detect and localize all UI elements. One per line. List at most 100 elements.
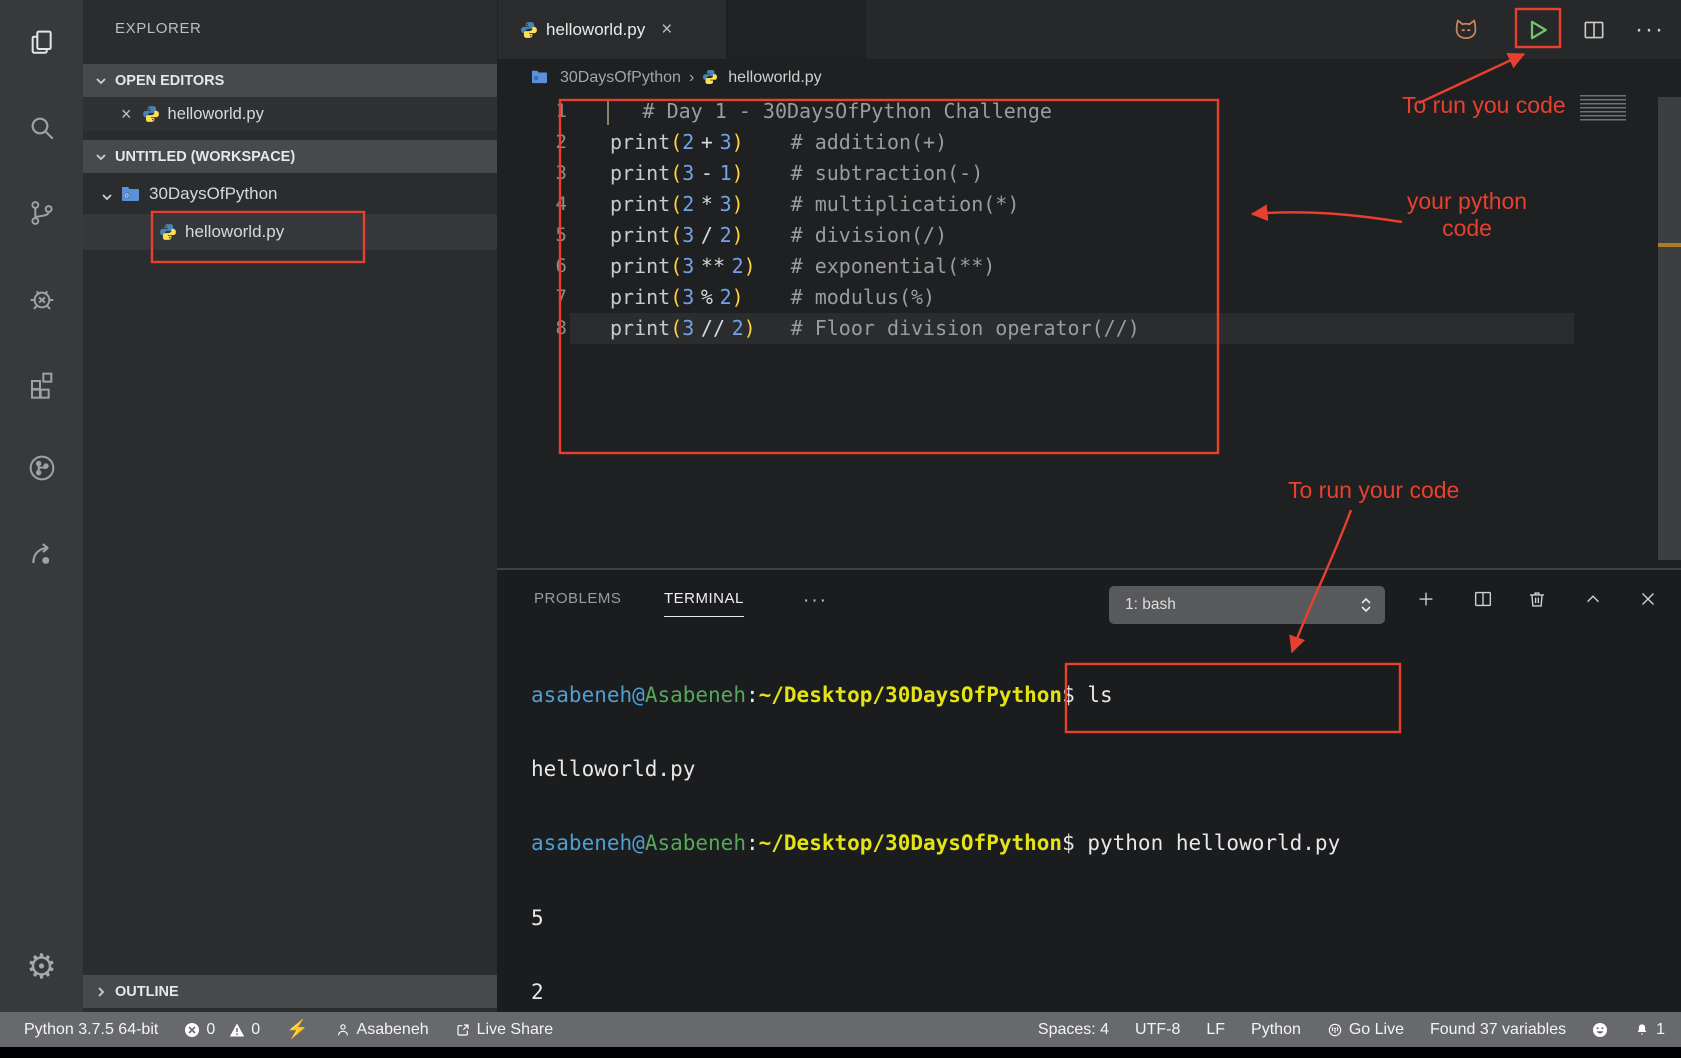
close-panel-icon[interactable] — [1631, 582, 1665, 616]
folder-icon — [531, 69, 550, 86]
language-status[interactable]: Python — [1251, 1021, 1301, 1039]
lightning-icon[interactable]: ⚡ — [286, 1019, 308, 1040]
panel-more-icon[interactable]: ··· — [803, 590, 828, 612]
minimap[interactable] — [1580, 95, 1626, 122]
vscode-window: ⚙ EXPLORER OPEN EDITORS × helloworld.py … — [0, 0, 1681, 1058]
warning-count: 0 — [251, 1021, 260, 1039]
tab-problems[interactable]: PROBLEMS — [534, 590, 621, 607]
python-file-icon — [520, 21, 538, 39]
live-share-label: Live Share — [477, 1021, 554, 1039]
indentation-status[interactable]: Spaces: 4 — [1038, 1021, 1109, 1039]
status-bar: Python 3.7.5 64-bit 0 0 ⚡ Asabeneh Live … — [0, 1012, 1681, 1047]
terminal-output-line: 5 — [531, 906, 1340, 931]
scrollbar[interactable] — [1658, 97, 1681, 560]
terminal-output-line: 2 — [531, 980, 1340, 1005]
breadcrumb[interactable]: 30DaysOfPython › helloworld.py — [497, 59, 1681, 96]
notifications-bell[interactable]: 1 — [1634, 1021, 1665, 1039]
eol-status[interactable]: LF — [1206, 1021, 1225, 1039]
open-editor-file-label: helloworld.py — [168, 105, 264, 124]
user-name: Asabeneh — [357, 1021, 429, 1039]
search-icon[interactable] — [0, 85, 83, 170]
chevron-down-icon — [101, 188, 113, 200]
scrollbar-marker — [1658, 243, 1681, 247]
user-status[interactable]: Asabeneh — [335, 1021, 429, 1039]
live-share-status[interactable]: Live Share — [455, 1021, 554, 1039]
more-actions-icon[interactable]: ··· — [1631, 11, 1669, 49]
shell-select[interactable]: 1: bash — [1109, 586, 1385, 624]
terminal-line: asabeneh@Asabeneh:~/Desktop/30DaysOfPyth… — [531, 683, 1340, 708]
sidebar-title: EXPLORER — [115, 20, 202, 37]
go-live-label: Go Live — [1349, 1021, 1404, 1039]
feedback-smiley-icon[interactable] — [1592, 1022, 1608, 1038]
share-box-icon — [455, 1022, 471, 1038]
kill-terminal-icon[interactable] — [1520, 582, 1554, 616]
terminal-output-line: 6 — [531, 1055, 1340, 1058]
tab-close-icon[interactable]: × — [661, 19, 672, 41]
debug-icon[interactable] — [0, 255, 83, 340]
extensions-icon[interactable] — [0, 340, 83, 425]
new-terminal-icon[interactable] — [1409, 582, 1443, 616]
python-interpreter[interactable]: Python 3.7.5 64-bit — [24, 1021, 158, 1039]
annotation-text-terminal: To run your code — [1288, 477, 1459, 504]
tab-label: helloworld.py — [546, 20, 645, 40]
circle-branch-icon[interactable] — [0, 425, 83, 510]
workspace-header[interactable]: UNTITLED (WORKSPACE) — [83, 140, 497, 173]
folder-item[interactable]: 30DaysOfPython — [83, 177, 497, 210]
terminal-line: asabeneh@Asabeneh:~/Desktop/30DaysOfPyth… — [531, 831, 1340, 856]
folder-label: 30DaysOfPython — [149, 184, 278, 204]
error-icon — [184, 1022, 200, 1038]
explorer-sidebar: EXPLORER OPEN EDITORS × helloworld.py UN… — [83, 0, 497, 1012]
explorer-icon[interactable] — [0, 0, 83, 85]
annotation-text-code: your python code — [1396, 188, 1538, 242]
shell-select-value: 1: bash — [1125, 596, 1176, 614]
encoding-status[interactable]: UTF-8 — [1135, 1021, 1180, 1039]
breadcrumb-file[interactable]: helloworld.py — [728, 69, 821, 87]
variables-status[interactable]: Found 37 variables — [1430, 1021, 1566, 1039]
tab-helloworld[interactable]: helloworld.py × — [498, 0, 727, 59]
outline-label: OUTLINE — [115, 984, 179, 1000]
chevron-down-icon — [95, 75, 107, 87]
tab-terminal[interactable]: TERMINAL — [664, 590, 744, 617]
text-cursor — [607, 101, 609, 125]
go-live-button[interactable]: Go Live — [1327, 1021, 1404, 1039]
share-icon[interactable] — [0, 510, 83, 595]
workspace-label: UNTITLED (WORKSPACE) — [115, 149, 295, 165]
panel: PROBLEMS TERMINAL ··· 1: bash asabeneh@A… — [497, 568, 1681, 1012]
broadcast-icon — [1327, 1022, 1343, 1038]
error-count: 0 — [206, 1021, 215, 1039]
file-item-selected[interactable]: helloworld.py — [83, 214, 497, 250]
settings-gear-icon[interactable]: ⚙ — [0, 925, 83, 1008]
person-icon — [335, 1022, 351, 1038]
terminal-line: helloworld.py — [531, 757, 1340, 782]
python-file-icon — [159, 223, 177, 241]
editor-area: helloworld.py × ··· 30DaysOfPython › hel… — [497, 0, 1681, 568]
code-line: 2 print(2+3)# addition(+) — [497, 127, 1681, 158]
open-editors-label: OPEN EDITORS — [115, 73, 224, 89]
outline-header[interactable]: OUTLINE — [83, 975, 497, 1008]
open-editors-header[interactable]: OPEN EDITORS — [83, 64, 497, 97]
breadcrumb-folder[interactable]: 30DaysOfPython — [560, 69, 681, 87]
chevron-down-icon — [95, 151, 107, 163]
problems-status[interactable]: 0 0 — [184, 1021, 260, 1039]
maximize-panel-icon[interactable] — [1576, 582, 1610, 616]
file-label: helloworld.py — [185, 222, 284, 242]
title-bar-right — [866, 0, 1681, 59]
split-editor-icon[interactable] — [1575, 11, 1613, 49]
activity-bar: ⚙ — [0, 0, 83, 1012]
breadcrumb-separator: › — [689, 69, 694, 87]
code-line-current: 8 print(3//2)# Floor division operator(/… — [497, 313, 1681, 344]
cat-icon[interactable] — [1447, 11, 1485, 49]
split-terminal-icon[interactable] — [1466, 582, 1500, 616]
close-icon[interactable]: × — [121, 104, 132, 125]
chevron-right-icon — [95, 986, 107, 998]
terminal-content[interactable]: asabeneh@Asabeneh:~/Desktop/30DaysOfPyth… — [531, 633, 1340, 1058]
source-control-icon[interactable] — [0, 170, 83, 255]
annotation-text-run-button: To run you code — [1402, 92, 1566, 119]
folder-icon — [121, 185, 140, 202]
notification-count: 1 — [1656, 1021, 1665, 1039]
run-button[interactable] — [1518, 11, 1556, 49]
updown-icon — [1359, 597, 1373, 613]
open-editor-item[interactable]: × helloworld.py — [83, 97, 497, 131]
bell-icon — [1634, 1022, 1650, 1038]
code-line: 3 print(3-1)# subtraction(-) — [497, 158, 1681, 189]
